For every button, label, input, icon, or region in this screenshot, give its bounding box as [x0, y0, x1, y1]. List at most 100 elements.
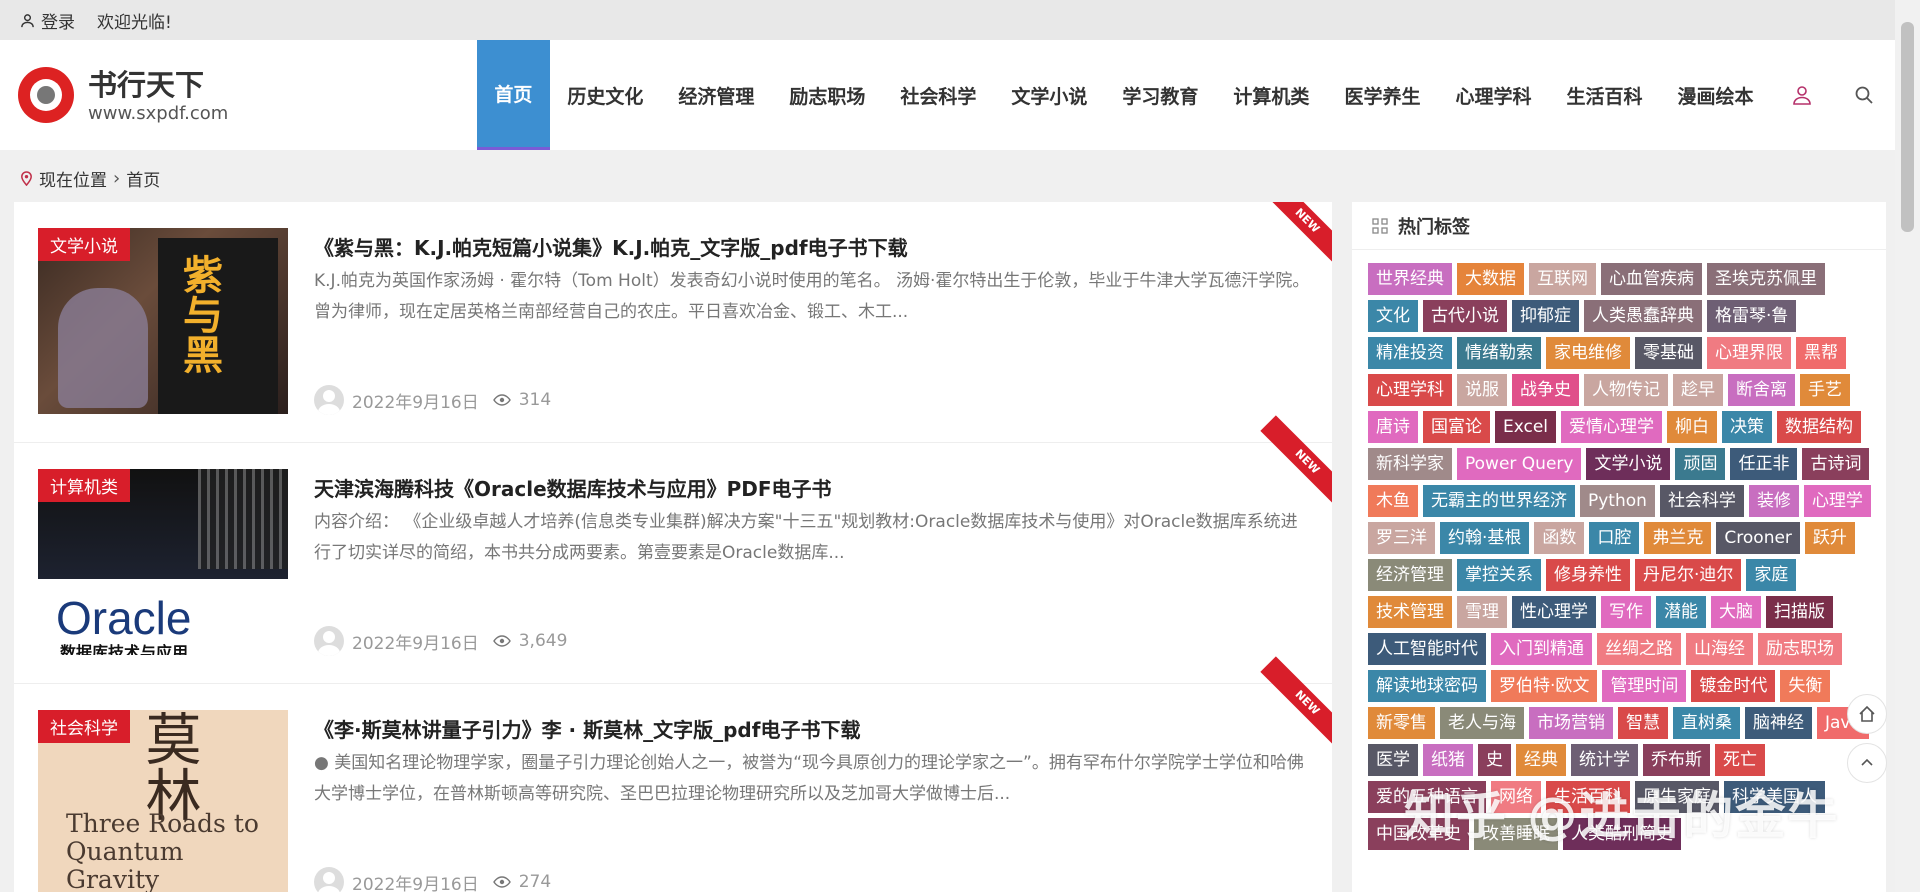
scrollbar-thumb[interactable]: [1901, 22, 1914, 232]
back-to-top-button[interactable]: [1847, 743, 1887, 783]
post-thumbnail[interactable]: 紫与黑 文学小说: [38, 228, 288, 414]
tag-link[interactable]: 脑神经: [1745, 707, 1812, 739]
tag-link[interactable]: 文学小说: [1586, 448, 1671, 480]
tag-link[interactable]: 零基础: [1635, 337, 1702, 369]
nav-item-medicine[interactable]: 医学养生: [1327, 40, 1438, 150]
tag-link[interactable]: 古代小说: [1423, 300, 1507, 332]
tag-link[interactable]: Crooner: [1716, 522, 1800, 554]
nav-item-economics[interactable]: 经济管理: [661, 40, 772, 150]
tag-link[interactable]: 互联网: [1529, 263, 1596, 295]
tag-link[interactable]: 国富论: [1423, 411, 1490, 443]
tag-link[interactable]: 弗兰克: [1644, 522, 1712, 554]
category-badge[interactable]: 计算机类: [38, 469, 130, 502]
tag-link[interactable]: 柳白: [1667, 411, 1718, 443]
tag-link[interactable]: 唐诗: [1368, 411, 1418, 443]
tag-link[interactable]: 人工智能时代: [1368, 633, 1486, 665]
tag-link[interactable]: 断舍离: [1728, 374, 1795, 406]
tag-link[interactable]: 人物传记: [1584, 374, 1668, 406]
tag-link[interactable]: 数据结构: [1777, 411, 1862, 443]
tag-link[interactable]: 心血管疾病: [1601, 263, 1702, 295]
tag-link[interactable]: 技术管理: [1368, 596, 1452, 628]
tag-link[interactable]: 决策: [1722, 411, 1773, 443]
tag-link[interactable]: 潜能: [1656, 596, 1706, 628]
tag-link[interactable]: 纸猪: [1423, 744, 1473, 776]
search-button[interactable]: [1833, 40, 1895, 150]
tag-link[interactable]: 黑帮: [1796, 337, 1846, 369]
post-thumbnail[interactable]: 莫林 Three Roads to Quantum Gravity 社会科学: [38, 710, 288, 892]
tag-link[interactable]: Excel: [1495, 411, 1557, 443]
tag-link[interactable]: 口腔: [1589, 522, 1640, 554]
nav-item-education[interactable]: 学习教育: [1105, 40, 1216, 150]
login-link[interactable]: 登录: [20, 8, 75, 33]
tag-link[interactable]: 战争史: [1512, 374, 1579, 406]
tag-link[interactable]: 家庭: [1746, 559, 1797, 591]
tag-link[interactable]: 经济管理: [1368, 559, 1452, 591]
tag-link[interactable]: Python: [1580, 485, 1655, 517]
nav-item-history[interactable]: 历史文化: [550, 40, 661, 150]
avatar[interactable]: [314, 626, 344, 656]
breadcrumb-current[interactable]: 首页: [126, 166, 160, 191]
tag-link[interactable]: 社会科学: [1659, 485, 1744, 517]
tag-link[interactable]: 智慧: [1618, 707, 1668, 739]
tag-link[interactable]: 经典: [1516, 744, 1566, 776]
page-scrollbar[interactable]: [1895, 0, 1920, 892]
tag-link[interactable]: 情绪勒索: [1457, 337, 1541, 369]
list-item[interactable]: 紫与黑 文学小说 NEW 《紫与黑：K.J.帕克短篇小说集》K.J.帕克_文字版…: [14, 202, 1332, 443]
tag-link[interactable]: 心理学科: [1368, 374, 1452, 406]
tag-link[interactable]: 新科学家: [1368, 448, 1452, 480]
tag-link[interactable]: 木鱼: [1368, 485, 1418, 517]
tag-link[interactable]: 文化: [1368, 300, 1418, 332]
tag-link[interactable]: 管理时间: [1602, 670, 1687, 702]
tag-link[interactable]: 心理学: [1803, 485, 1871, 517]
tag-link[interactable]: 装修: [1748, 485, 1799, 517]
tag-link[interactable]: 心理界限: [1707, 337, 1791, 369]
tag-link[interactable]: 市场营销: [1529, 707, 1613, 739]
tag-link[interactable]: 直树桑: [1673, 707, 1740, 739]
tag-link[interactable]: 励志职场: [1758, 633, 1842, 665]
tag-link[interactable]: 家电维修: [1546, 337, 1630, 369]
tag-link[interactable]: 史: [1478, 744, 1511, 776]
tag-link[interactable]: 函数: [1534, 522, 1585, 554]
tag-link[interactable]: 无霸主的世界经济: [1423, 485, 1575, 517]
post-title[interactable]: 《李·斯莫林讲量子引力》李 · 斯莫林_文字版_pdf电子书下载: [314, 714, 860, 743]
tag-link[interactable]: 圣埃克苏佩里: [1707, 263, 1825, 295]
tag-link[interactable]: 死亡: [1715, 744, 1765, 776]
tag-link[interactable]: 解读地球密码: [1368, 670, 1486, 702]
tag-link[interactable]: 顽固: [1675, 448, 1726, 480]
post-title[interactable]: 《紫与黑：K.J.帕克短篇小说集》K.J.帕克_文字版_pdf电子书下载: [314, 232, 908, 261]
tag-link[interactable]: 镀金时代: [1691, 670, 1776, 702]
tag-link[interactable]: 抑郁症: [1512, 300, 1579, 332]
tag-link[interactable]: 新零售: [1368, 707, 1435, 739]
tag-link[interactable]: 性心理学: [1512, 596, 1596, 628]
nav-item-home[interactable]: 首页: [476, 40, 550, 150]
tag-link[interactable]: 扫描版: [1766, 596, 1833, 628]
tag-link[interactable]: Power Query: [1457, 448, 1582, 480]
tag-link[interactable]: 乔布斯: [1643, 744, 1710, 776]
nav-item-computer[interactable]: 计算机类: [1216, 40, 1327, 150]
post-thumbnail[interactable]: Oracle 数据库技术与应用 计算机类: [38, 469, 288, 655]
tag-link[interactable]: 格雷琴·鲁: [1707, 300, 1797, 332]
tag-link[interactable]: 丝绸之路: [1597, 633, 1681, 665]
tag-link[interactable]: 跃升: [1804, 522, 1855, 554]
nav-item-social-science[interactable]: 社会科学: [883, 40, 994, 150]
tag-link[interactable]: 掌控关系: [1457, 559, 1541, 591]
tag-link[interactable]: 统计学: [1571, 744, 1638, 776]
tag-link[interactable]: 入门到精通: [1491, 633, 1592, 665]
tag-link[interactable]: 修身养性: [1546, 559, 1630, 591]
nav-item-fiction[interactable]: 文学小说: [994, 40, 1105, 150]
tag-link[interactable]: 古诗词: [1802, 448, 1870, 480]
tag-link[interactable]: 约翰·基根: [1440, 522, 1530, 554]
tag-link[interactable]: 雪理: [1457, 596, 1507, 628]
nav-item-psychology[interactable]: 心理学科: [1438, 40, 1549, 150]
user-menu-button[interactable]: [1771, 40, 1833, 150]
tag-link[interactable]: 失衡: [1780, 670, 1831, 702]
tag-link[interactable]: 罗三洋: [1368, 522, 1435, 554]
tag-link[interactable]: 山海经: [1686, 633, 1753, 665]
nav-item-life[interactable]: 生活百科: [1549, 40, 1660, 150]
nav-item-career[interactable]: 励志职场: [772, 40, 883, 150]
tag-link[interactable]: 人类愚蠢辞典: [1584, 300, 1702, 332]
tag-link[interactable]: 大数据: [1457, 263, 1524, 295]
tag-link[interactable]: 说服: [1457, 374, 1507, 406]
tag-link[interactable]: 老人与海: [1440, 707, 1524, 739]
list-item[interactable]: 莫林 Three Roads to Quantum Gravity 社会科学 N…: [14, 656, 1332, 892]
